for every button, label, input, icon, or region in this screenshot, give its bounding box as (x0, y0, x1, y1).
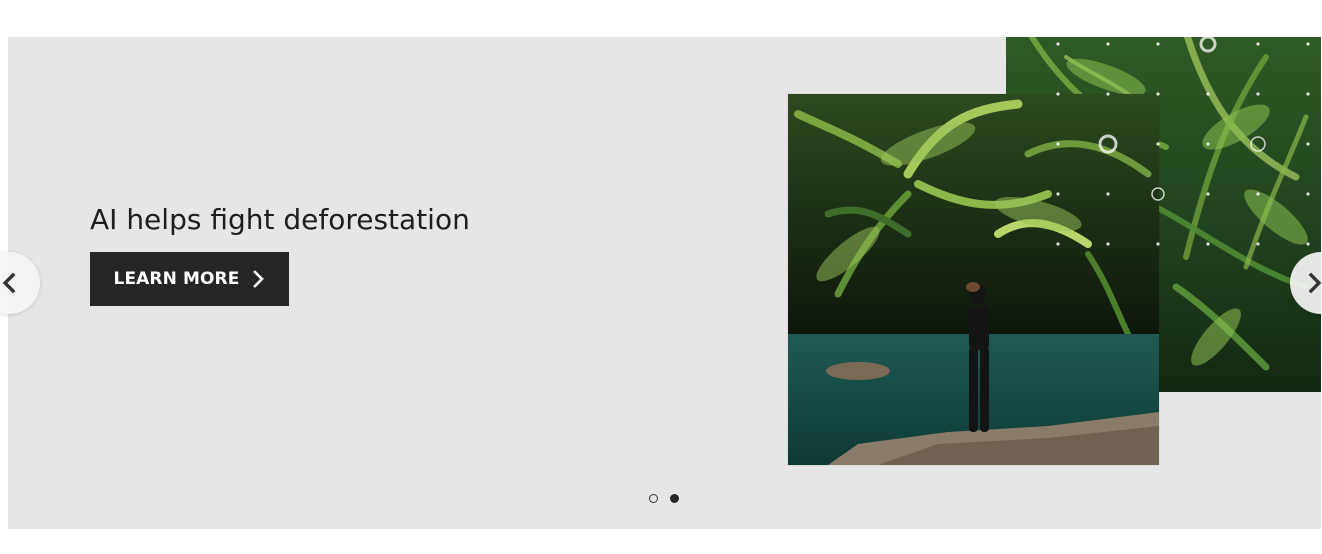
chevron-right-icon (1308, 272, 1322, 294)
hero-carousel: AI helps fight deforestation LEARN MORE (8, 37, 1321, 529)
rainforest-person-illustration (788, 94, 1159, 465)
chevron-left-icon (2, 272, 16, 294)
slide-headline: AI helps fight deforestation (90, 203, 470, 236)
learn-more-button[interactable]: LEARN MORE (90, 252, 289, 306)
rainforest-person-image (788, 94, 1159, 465)
chevron-right-icon (253, 270, 265, 288)
carousel-indicators (649, 494, 679, 503)
indicator-slide-2[interactable] (670, 494, 679, 503)
learn-more-label: LEARN MORE (113, 269, 240, 289)
indicator-slide-1[interactable] (649, 494, 658, 503)
